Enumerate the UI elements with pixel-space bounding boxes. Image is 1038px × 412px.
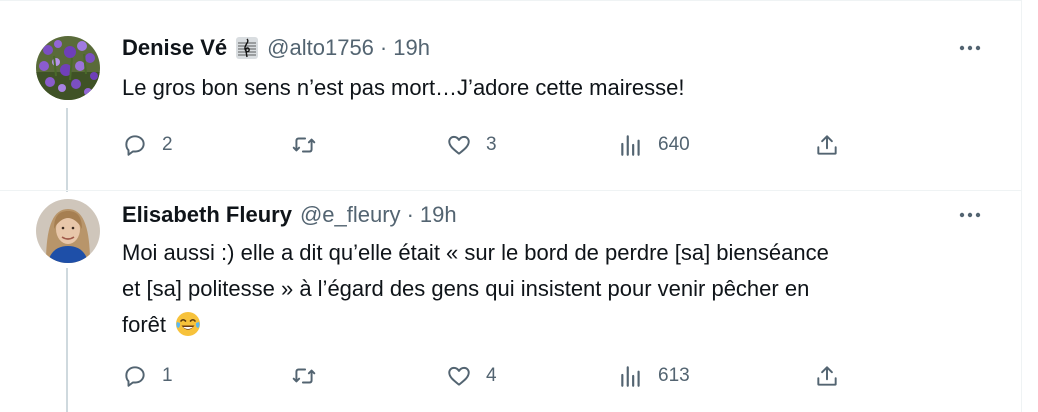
heart-icon: [448, 135, 470, 155]
reply-button[interactable]: 1: [122, 359, 173, 393]
author-handle[interactable]: @e_fleury: [300, 202, 401, 228]
like-count: 3: [486, 134, 497, 155]
reply-count: 1: [162, 365, 173, 386]
reply-icon: [125, 366, 145, 387]
like-count: 4: [486, 365, 497, 386]
music-clef-icon: [235, 36, 259, 60]
reply-thread: Denise Vé @alto1756 · 19h Le gros bon se…: [0, 0, 1022, 412]
tweet-header: Elisabeth Fleury @e_fleury · 19h: [122, 201, 457, 229]
tweet-text: Moi aussi :) elle a dit qu’elle était « …: [122, 235, 982, 343]
views-button[interactable]: 613: [618, 359, 690, 393]
more-options-button[interactable]: [952, 34, 988, 62]
repost-button[interactable]: [290, 128, 332, 162]
views-chart-icon: [621, 366, 640, 387]
more-dots-icon: [959, 45, 981, 51]
tweet[interactable]: Elisabeth Fleury @e_fleury · 19h Moi aus…: [0, 191, 1022, 412]
tweet-text-line: et [sa] politesse » à l’égard des gens q…: [122, 276, 810, 301]
repost-button[interactable]: [290, 359, 332, 393]
author-handle[interactable]: @alto1756: [267, 35, 374, 61]
author-name[interactable]: Denise Vé: [122, 35, 227, 61]
tweet[interactable]: Denise Vé @alto1756 · 19h Le gros bon se…: [0, 0, 1022, 190]
more-options-button[interactable]: [952, 201, 988, 229]
avatar-image: [36, 199, 100, 263]
heart-icon: [448, 366, 470, 386]
separator-dot: ·: [379, 35, 388, 60]
tweet-header: Denise Vé @alto1756 · 19h: [122, 34, 430, 62]
reply-count: 2: [162, 134, 173, 155]
tweet-text: Le gros bon sens n’est pas mort…J’adore …: [122, 75, 685, 100]
views-chart-icon: [621, 135, 640, 156]
tears-of-joy-emoji: [174, 310, 202, 338]
avatar-image: [36, 36, 100, 100]
reply-icon: [125, 135, 145, 156]
reply-button[interactable]: 2: [122, 128, 173, 162]
avatar[interactable]: [36, 36, 100, 100]
tweet-actions: 2 3 640: [122, 128, 852, 162]
separator-dot: ·: [406, 202, 414, 227]
share-button[interactable]: [814, 128, 840, 162]
repost-icon: [292, 137, 316, 153]
timestamp[interactable]: 19h: [393, 35, 430, 61]
more-dots-icon: [959, 212, 981, 218]
like-button[interactable]: 4: [446, 359, 497, 393]
views-count: 640: [658, 134, 690, 155]
like-button[interactable]: 3: [446, 128, 497, 162]
tweet-text-line: forêt: [122, 312, 167, 337]
share-button[interactable]: [814, 359, 840, 393]
tweet-text-line: Moi aussi :) elle a dit qu’elle était « …: [122, 240, 829, 265]
tweet-text-line-last: forêt: [122, 307, 982, 343]
views-count: 613: [658, 365, 690, 386]
share-icon: [817, 366, 837, 386]
repost-icon: [292, 368, 316, 384]
timestamp[interactable]: 19h: [420, 202, 457, 228]
tweet-actions: 1 4 613: [122, 359, 852, 393]
views-button[interactable]: 640: [618, 128, 690, 162]
share-icon: [817, 135, 837, 155]
avatar[interactable]: [36, 199, 100, 263]
author-name[interactable]: Elisabeth Fleury: [122, 202, 292, 228]
